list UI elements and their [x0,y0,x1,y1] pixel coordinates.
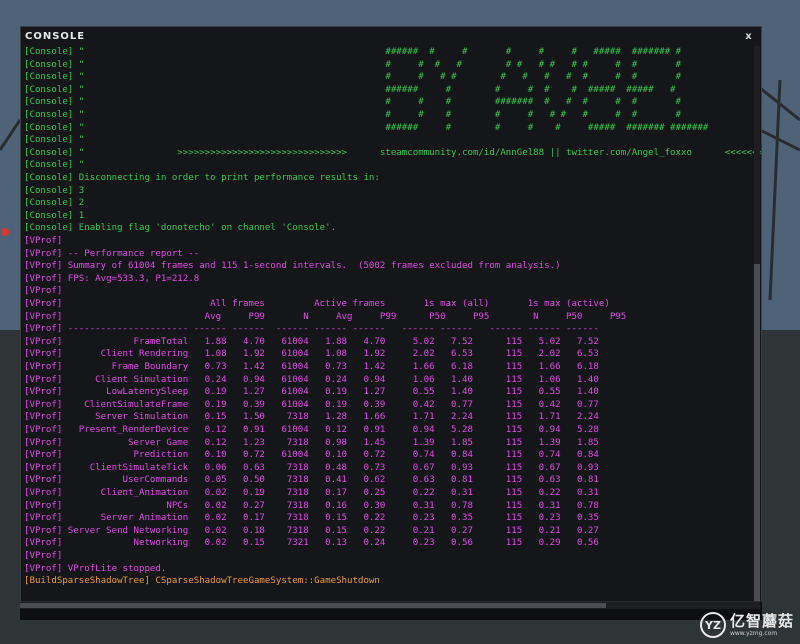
log-line: [Console] " [24,160,85,171]
log-line: [Console] " >>>>>>>>>>>>>>>>>>>>>>>>>>>>… [24,147,761,158]
log-line: [VProf] LowLatencySleep 0.19 1.27 61004 … [24,387,599,398]
log-line: [VProf] Server Animation 0.02 0.17 7318 … [24,513,599,524]
log-line: [Console] " # # # # # # # # # # # [24,110,681,120]
watermark-sub-text: www.yzmg.com [729,629,778,637]
log-line: [VProf] FrameTotal 1.88 4.70 61004 1.88 … [24,336,599,347]
log-line: [BuildSparseShadowTree] CSparseShadowTre… [24,576,380,587]
watermark: YZ 亿智蘑菇 www.yzmg.com [699,611,794,638]
log-line: [VProf] [24,286,63,297]
log-line: [Console] Disconnecting in order to prin… [24,173,380,183]
log-line: [VProf] VProfLite stopped. [24,563,167,574]
log-line: [VProf] Server Game 0.12 1.23 7318 0.98 … [24,437,599,448]
log-line: [VProf] Prediction 0.10 0.72 61004 0.10 … [24,450,599,461]
log-line: [Console] " # # # # # # # # # # # # [24,72,681,83]
log-line: [VProf] [24,236,63,246]
title-bar[interactable]: CONSOLE x [21,27,761,46]
log-line: [Console] " ###### # # # # ##### #######… [24,122,709,133]
log-line: [Console] " ###### # # # # # ##### #####… [24,84,676,95]
log-line: [VProf] [24,551,63,561]
log-line: [Console] " [24,135,85,146]
horizontal-scrollbar[interactable] [20,602,760,609]
log-line: [VProf] Server Send Networking 0.02 0.18… [24,525,599,536]
console-input[interactable] [20,601,762,620]
log-line: [Console] " # # # ####### # # # # # # [24,97,681,108]
log-line: [Console] 3 [24,185,85,196]
log-line: [VProf] ClientSimulateFrame 0.19 0.39 61… [24,399,599,410]
log-line: [VProf] All frames Active frames 1s max … [24,299,610,309]
log-line: [Console] 1 [24,210,85,221]
close-button[interactable]: x [743,31,755,42]
console-window: CONSOLE x [Console] " ###### # # # # # #… [20,26,762,620]
log-line: [VProf] Networking 0.02 0.15 7321 0.13 0… [24,538,599,549]
log-line: [VProf] Client Simulation 0.24 0.94 6100… [24,374,599,385]
vertical-scroll-thumb[interactable] [754,264,760,610]
log-line: [Console] " # # # # # # # # # # # # # [24,59,681,70]
log-line: [VProf] Avg P99 N Avg P99 P50 P95 N P50 … [24,311,627,322]
log-line: [VProf] -- Performance report -- [24,248,200,259]
log-line: [Console] Enabling flag 'donotecho' on c… [24,223,337,234]
watermark-logo-icon: YZ [699,612,726,638]
console-log[interactable]: [Console] " ###### # # # # # ##### #####… [21,46,761,612]
log-line: [Console] 2 [24,198,85,209]
log-line: [VProf] Present_RenderDevice 0.12 0.91 6… [24,425,599,435]
horizontal-scroll-thumb[interactable] [20,603,606,608]
log-line: [VProf] UserCommands 0.05 0.50 7318 0.41… [24,475,599,486]
watermark-main-text: 亿智蘑菇 [729,611,794,630]
window-title: CONSOLE [25,31,86,42]
log-line: [VProf] Client Rendering 1.08 1.92 61004… [24,349,599,360]
log-line: [VProf] ---------------------- ------ --… [24,324,599,335]
log-line: [VProf] NPCs 0.02 0.27 7318 0.16 0.30 0.… [24,500,599,511]
log-line: [VProf] ClientSimulateTick 0.06 0.63 731… [24,462,599,473]
vertical-scrollbar[interactable] [754,46,760,612]
log-line: [VProf] FPS: Avg=533.3, P1=212.8 [24,273,200,284]
log-line: [VProf] Server Simulation 0.15 1.50 7318… [24,412,599,423]
log-line: [VProf] Frame Boundary 0.73 1.42 61004 0… [24,362,599,372]
log-line: [VProf] Summary of 61004 frames and 115 … [24,261,561,272]
log-line: [Console] " ###### # # # # # ##### #####… [24,47,681,57]
log-line: [VProf] Client_Animation 0.02 0.19 7318 … [24,488,599,498]
